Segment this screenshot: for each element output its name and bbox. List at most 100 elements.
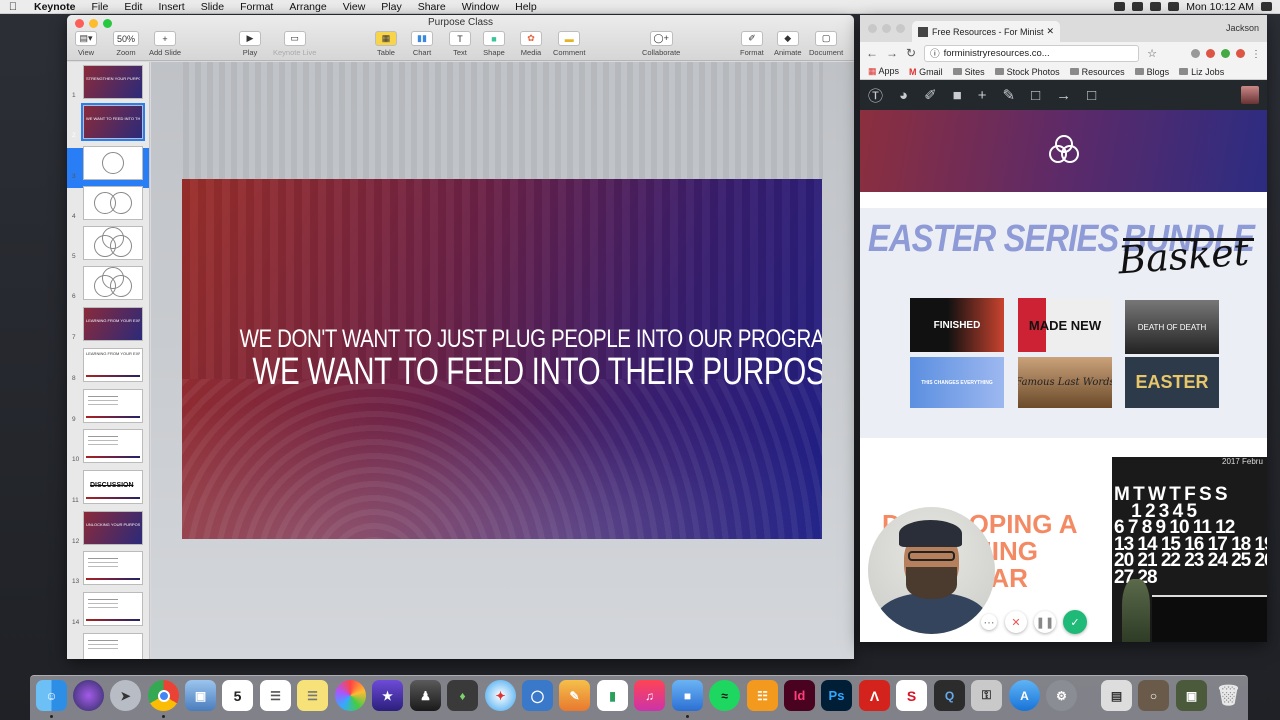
dropbox-icon[interactable]: [1114, 2, 1126, 11]
slide-thumb-14[interactable]: 14: [72, 592, 143, 626]
slide-thumb-13[interactable]: 13: [72, 551, 143, 585]
slide-navigator[interactable]: STRENGTHEN YOUR PURPOSE 1 WE WANT TO FEED…: [67, 62, 150, 659]
menu-help[interactable]: Help: [507, 1, 545, 13]
zoom-window-icon[interactable]: [896, 24, 905, 33]
documents-stack-icon[interactable]: ○: [1138, 680, 1169, 711]
photoshop-icon[interactable]: Ps: [821, 680, 852, 711]
acrobat-icon[interactable]: Λ: [859, 680, 890, 711]
easter-bundle-ad[interactable]: EASTER SERIES BUNDLE Basket FINISHED MAD…: [860, 208, 1267, 438]
bookmark-apps[interactable]: ▦ Apps: [868, 66, 899, 77]
close-tab-icon[interactable]: ✕: [1044, 26, 1055, 37]
slide-thumb-1[interactable]: STRENGTHEN YOUR PURPOSE 1: [72, 65, 143, 99]
siri-icon[interactable]: [73, 680, 104, 711]
menu-slide[interactable]: Slide: [193, 1, 232, 13]
photos-icon[interactable]: [335, 680, 366, 711]
slack-icon[interactable]: S: [896, 680, 927, 711]
safari-icon[interactable]: ✦: [485, 680, 516, 711]
slide-thumb-8[interactable]: LEARNING FROM YOUR EXPERIENCE 8: [72, 348, 143, 382]
slide-canvas[interactable]: WE DON'T WANT TO JUST PLUG PEOPLE INTO O…: [151, 62, 854, 659]
desktop-stack-icon[interactable]: ▣: [1176, 680, 1207, 711]
bookmark-gmail[interactable]: M Gmail: [909, 67, 943, 77]
battery-icon[interactable]: [1168, 2, 1180, 11]
extension-icon[interactable]: [1221, 48, 1230, 58]
slide-text-line-1[interactable]: WE DON'T WANT TO JUST PLUG PEOPLE INTO O…: [240, 325, 822, 354]
ad-card-famous-last-words[interactable]: Famous Last Words: [1018, 357, 1112, 408]
animate-button[interactable]: ◆ Animate: [774, 31, 802, 57]
close-window-icon[interactable]: [868, 24, 877, 33]
slide-thumb-12[interactable]: UNLOCKING YOUR PURPOSE 12: [72, 511, 143, 545]
kindle-icon[interactable]: ♟: [410, 680, 441, 711]
document-button[interactable]: ▢ Document: [809, 31, 843, 57]
quicktime-icon[interactable]: Q: [934, 680, 965, 711]
recording-done-icon[interactable]: ✓: [1063, 610, 1087, 634]
finder-icon[interactable]: ☺: [36, 680, 67, 711]
slide-thumb-2[interactable]: WE WANT TO FEED INTO THEIR PURPOSE 2: [72, 103, 145, 141]
launchpad-icon[interactable]: ➤: [110, 680, 141, 711]
menu-window[interactable]: Window: [454, 1, 507, 13]
menu-format[interactable]: Format: [232, 1, 281, 13]
keynote-icon[interactable]: ■: [672, 680, 703, 711]
menu-arrange[interactable]: Arrange: [281, 1, 334, 13]
slide-text-line-2[interactable]: WE WANT TO FEED INTO THEIR PURPOSE.: [252, 351, 822, 394]
ad-card-death-of-death[interactable]: DEATH OF DEATH: [1125, 300, 1219, 354]
app-store-icon[interactable]: A: [1009, 680, 1040, 711]
slide-thumb-4[interactable]: 4: [72, 186, 143, 220]
menu-app-name[interactable]: Keynote: [26, 1, 83, 13]
extension-icon[interactable]: [1206, 48, 1215, 58]
user-avatar[interactable]: [1241, 86, 1259, 104]
browser-tab[interactable]: Free Resources - For Minist ✕: [912, 21, 1060, 42]
menu-file[interactable]: File: [83, 1, 116, 13]
bookmark-stock-photos[interactable]: Stock Photos: [994, 67, 1060, 77]
page-icon[interactable]: □: [1031, 87, 1040, 104]
recording-more-icon[interactable]: ⋯: [981, 614, 997, 630]
ad-card-this-changes[interactable]: THIS CHANGES EVERYTHING: [910, 357, 1004, 408]
spotify-icon[interactable]: ≈: [709, 680, 740, 711]
reload-icon[interactable]: ↻: [906, 46, 916, 60]
preview-icon[interactable]: ▣: [185, 680, 216, 711]
bookmark-blogs[interactable]: Blogs: [1134, 67, 1169, 77]
system-preferences-icon[interactable]: ⚙: [1046, 680, 1077, 711]
volume-icon[interactable]: [1132, 2, 1144, 11]
keynote-live-button[interactable]: ▭ Keynote Live: [273, 31, 316, 57]
bookmark-star-icon[interactable]: ☆: [1147, 47, 1157, 60]
play-button[interactable]: ▶ Play: [239, 31, 261, 57]
media-button[interactable]: ✿ Media: [520, 31, 542, 57]
customize-brush-icon[interactable]: ✐: [924, 86, 937, 104]
bookmark-sites[interactable]: Sites: [952, 67, 985, 77]
bookmark-liz-jobs[interactable]: Liz Jobs: [1179, 67, 1224, 77]
imovie-icon[interactable]: ★: [372, 680, 403, 711]
comments-icon[interactable]: ■: [953, 87, 962, 104]
table-button[interactable]: ▦ Table: [375, 31, 397, 57]
slide-thumb-3[interactable]: 3: [72, 146, 143, 180]
collaborate-button[interactable]: ◯+ Collaborate: [642, 31, 680, 57]
ad-card-easter[interactable]: EASTER: [1125, 357, 1219, 408]
notes-icon[interactable]: ☰: [297, 680, 328, 711]
dashboard-icon[interactable]: ◕: [899, 87, 908, 104]
current-slide[interactable]: WE DON'T WANT TO JUST PLUG PEOPLE INTO O…: [182, 179, 822, 539]
ibooks-icon[interactable]: ☷: [747, 680, 778, 711]
recording-pause-icon[interactable]: ❚❚: [1034, 611, 1056, 633]
slide-thumb-15[interactable]: [83, 633, 143, 659]
numbers-icon[interactable]: ▮: [597, 680, 628, 711]
arrow-right-icon[interactable]: →: [1056, 87, 1071, 104]
chrome-icon[interactable]: [148, 680, 179, 711]
extension-icon[interactable]: [1191, 48, 1200, 58]
slide-thumb-7[interactable]: LEARNING FROM YOUR EXPERIENCE 7: [72, 307, 143, 341]
add-slide-button[interactable]: + Add Slide: [149, 31, 181, 57]
page-icon[interactable]: □: [1087, 87, 1096, 104]
menu-clock[interactable]: Mon 10:12 AM: [1186, 1, 1254, 13]
evernote-icon[interactable]: ♦: [447, 680, 478, 711]
back-icon[interactable]: ←: [866, 46, 878, 60]
menu-share[interactable]: Share: [410, 1, 454, 13]
shape-button[interactable]: ■ Shape: [483, 31, 505, 57]
zoom-button[interactable]: 50% Zoom: [113, 31, 140, 57]
downloads-stack-icon[interactable]: ▤: [1101, 680, 1132, 711]
menu-play[interactable]: Play: [373, 1, 409, 13]
menu-insert[interactable]: Insert: [150, 1, 192, 13]
indesign-icon[interactable]: Id: [784, 680, 815, 711]
wifi-icon[interactable]: [1150, 2, 1162, 11]
slide-thumb-10[interactable]: 10: [72, 429, 143, 463]
site-logo-icon[interactable]: [1046, 132, 1082, 168]
address-bar[interactable]: ⓘ forministryresources.co...: [924, 44, 1140, 62]
itunes-icon[interactable]: ♫: [634, 680, 665, 711]
